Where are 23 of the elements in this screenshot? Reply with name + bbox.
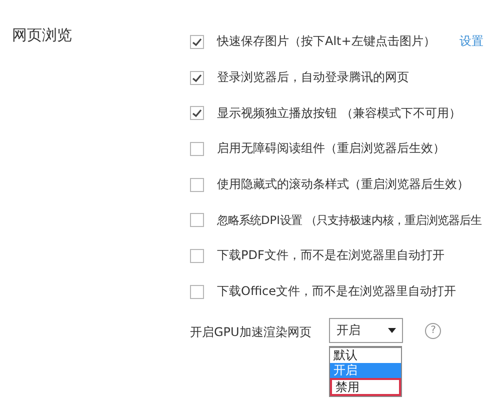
checkbox[interactable] [190, 106, 204, 120]
option-label: 忽略系统DPI设置 （只支持极速内核，重启浏览器后生 [217, 212, 482, 228]
option-label: 显示视频独立播放按钮 （兼容模式下不可用） [217, 104, 461, 122]
checkbox[interactable] [190, 34, 204, 49]
checkbox[interactable] [190, 248, 204, 263]
checkbox[interactable] [190, 213, 204, 228]
option-label: 下载Office文件，而不是在浏览器里自动打开 [217, 283, 456, 300]
dropdown-option[interactable]: 禁用 [330, 378, 402, 396]
help-icon[interactable]: ? [425, 322, 442, 338]
gpu-label: 开启GPU加速渲染网页 [190, 324, 312, 340]
option-label: 启用无障碍阅读组件（重启浏览器后生效） [217, 140, 445, 158]
section-title: 网页浏览 [11, 25, 73, 45]
checkbox[interactable] [190, 178, 204, 192]
option-label: 下载PDF文件，而不是在浏览器里自动打开 [217, 247, 444, 264]
checkbox[interactable] [190, 70, 204, 85]
checkbox[interactable] [190, 284, 204, 299]
caret-icon [388, 328, 396, 332]
dropdown-option[interactable]: 默认 [330, 348, 402, 362]
option-label: 登录浏览器后，自动登录腾讯的网页 [217, 69, 409, 86]
gpu-dropdown[interactable]: 开启 [329, 318, 404, 342]
checkbox[interactable] [190, 142, 204, 156]
option-label: 使用隐藏式的滚动条样式（重启浏览器后生效） [217, 176, 469, 194]
option-label: 快速保存图片（按下Alt+左键点击图片） [217, 33, 436, 50]
